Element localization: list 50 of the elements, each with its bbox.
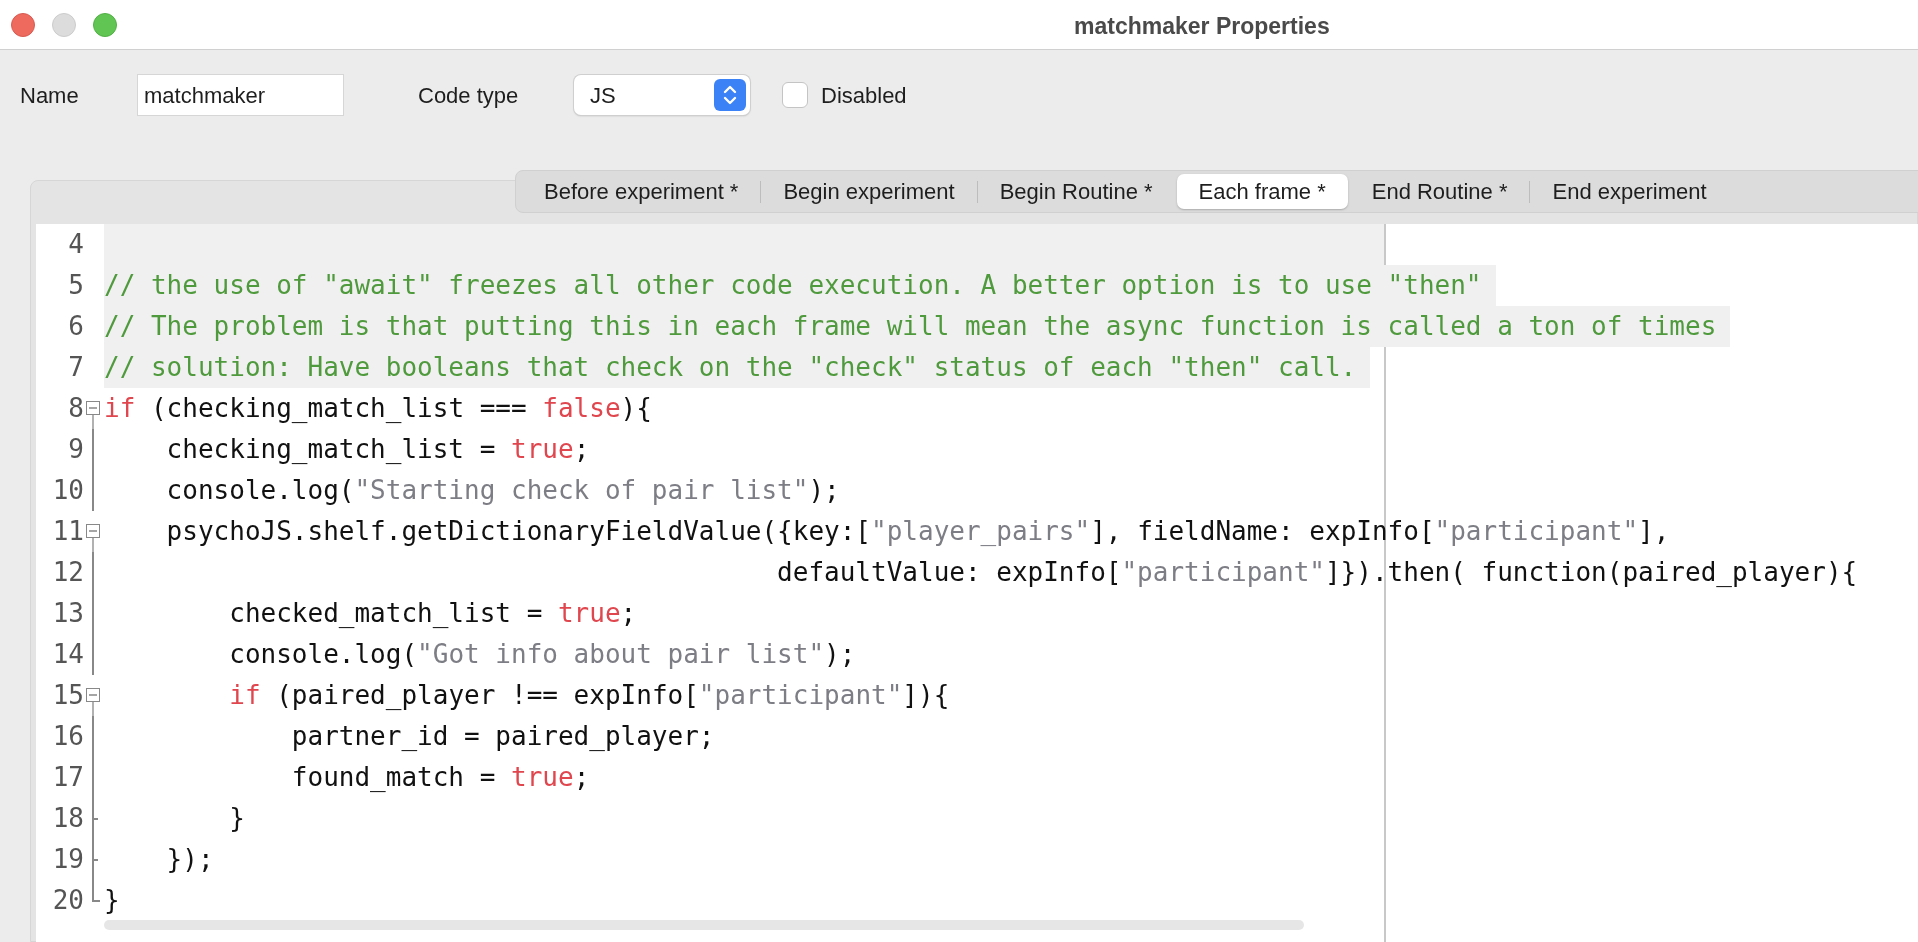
tab[interactable]: End experiment (1530, 174, 1729, 209)
line-number: 7 (67, 351, 84, 384)
line-number: 6 (67, 310, 84, 343)
line-number: 18 (51, 802, 84, 835)
line-number: 19 (51, 843, 84, 876)
line-number: 9 (67, 433, 84, 466)
line-number: 14 (51, 638, 84, 671)
line-number: 8 (67, 392, 84, 425)
code-line: }); (165, 843, 215, 876)
line-number: 5 (67, 269, 84, 302)
tab[interactable]: Each frame * (1176, 174, 1348, 209)
code-line: } (228, 802, 246, 835)
code-line: if (checking_match_list === false){ (104, 392, 653, 425)
fold-toggle-icon[interactable] (86, 401, 100, 429)
code-line: checked_match_list = true; (228, 597, 638, 630)
line-number: 12 (51, 556, 84, 589)
close-button[interactable] (11, 12, 35, 37)
code-type-label: Code type (418, 81, 520, 110)
line-number: 15 (51, 679, 84, 712)
code-line: checking_match_list = true; (165, 433, 591, 466)
code-type-value: JS (590, 81, 616, 110)
tab[interactable]: Begin experiment (761, 174, 977, 209)
tab[interactable]: Begin Routine * (977, 174, 1175, 209)
fold-toggle-icon[interactable] (86, 524, 100, 552)
code-line: if (paired_player !== expInfo["participant"]){ (228, 679, 951, 712)
code-line: console.log("Starting check of pair list"); (165, 474, 841, 507)
line-number: 13 (51, 597, 84, 630)
window-title: matchmaker Properties (1074, 12, 1330, 41)
line-number: 11 (51, 515, 84, 548)
code-line: found_match = true; (290, 761, 591, 794)
name-label: Name (20, 81, 80, 110)
line-number: 10 (51, 474, 84, 507)
code-line: psychoJS.shelf.getDictionaryFieldValue({key:["player_pairs"], fieldName: expInfo["participant"], (165, 515, 1671, 548)
line-number: 16 (51, 720, 84, 753)
code-type-dropdown[interactable]: JS (574, 75, 750, 115)
code-line: } (104, 884, 121, 917)
horizontal-scrollbar[interactable] (104, 920, 1304, 930)
line-number: 17 (51, 761, 84, 794)
code-line: defaultValue: expInfo["participant"]}).then( function(paired_player){ (776, 556, 1859, 589)
name-field[interactable]: matchmaker (137, 74, 344, 116)
line-number: 20 (51, 884, 84, 917)
tab[interactable]: End Routine * (1349, 174, 1530, 209)
fold-toggle-icon[interactable] (86, 688, 100, 716)
code-line: console.log("Got info about pair list"); (228, 638, 857, 671)
line-number: 4 (67, 228, 84, 261)
tab[interactable]: Before experiment * (522, 174, 761, 209)
stepper-icon (714, 79, 746, 111)
disabled-label: Disabled (821, 81, 907, 110)
zoom-button[interactable] (93, 12, 117, 37)
code-line: partner_id = paired_player; (290, 720, 716, 753)
